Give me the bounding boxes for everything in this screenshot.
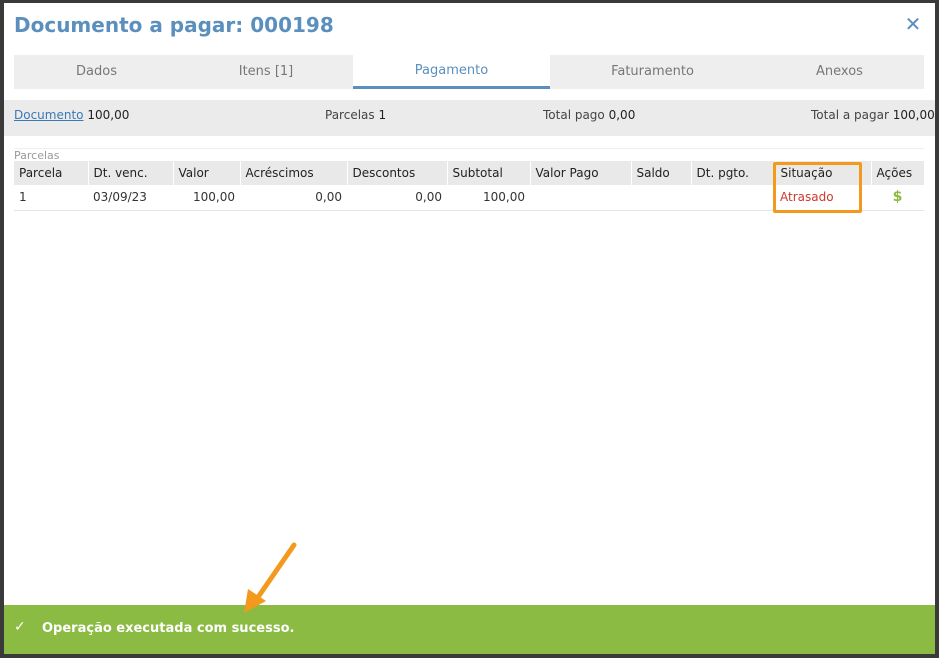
total-pagar-label: Total a pagar xyxy=(811,108,889,122)
summary-total-pago: Total pago 0,00 xyxy=(543,100,635,131)
pay-dollar-icon[interactable]: $ xyxy=(871,185,924,211)
header-dt-pgto[interactable]: Dt. pgto. xyxy=(691,161,776,185)
cell-descontos: 0,00 xyxy=(347,185,447,211)
cell-parcela: 1 xyxy=(14,185,88,211)
cell-valor: 100,00 xyxy=(173,185,240,211)
documento-link[interactable]: Documento xyxy=(14,108,84,122)
cell-saldo xyxy=(631,185,691,211)
cell-situacao: Atrasado xyxy=(775,185,871,211)
cell-acrescimos: 0,00 xyxy=(240,185,347,211)
summary-parcelas: Parcelas 1 xyxy=(325,100,386,131)
header-dt-venc[interactable]: Dt. venc. xyxy=(88,161,174,185)
parcelas-label: Parcelas xyxy=(325,108,375,122)
summary-documento: Documento 100,00 xyxy=(14,100,129,131)
documento-value: 100,00 xyxy=(87,108,130,122)
header-acoes: Ações xyxy=(871,161,925,185)
header-descontos[interactable]: Descontos xyxy=(347,161,448,185)
toast-message: Operação executada com sucesso. xyxy=(42,621,295,636)
tab-itens[interactable]: Itens [1] xyxy=(179,55,353,89)
parcelas-value: 1 xyxy=(378,108,387,122)
cell-subtotal: 100,00 xyxy=(447,185,530,211)
parcelas-table: Parcela Dt. venc. Valor Acréscimos Desco… xyxy=(14,161,925,211)
header-subtotal[interactable]: Subtotal xyxy=(447,161,531,185)
cell-valor-pago xyxy=(530,185,631,211)
header-valor-pago[interactable]: Valor Pago xyxy=(530,161,632,185)
header-saldo[interactable]: Saldo xyxy=(631,161,692,185)
header-situacao[interactable]: Situação xyxy=(775,161,872,185)
total-pago-value: 0,00 xyxy=(608,108,636,122)
summary-total-pagar: Total a pagar 100,00 xyxy=(811,100,935,131)
tab-bar: Dados Itens [1] Pagamento Faturamento An… xyxy=(14,55,924,89)
cell-dt-venc: 03/09/23 xyxy=(88,185,173,211)
header-acrescimos[interactable]: Acréscimos xyxy=(240,161,348,185)
tab-pagamento[interactable]: Pagamento xyxy=(353,55,550,89)
success-toast: ✓ Operação executada com sucesso. xyxy=(4,605,935,654)
parcelas-section-title: Parcelas xyxy=(14,148,924,162)
total-pagar-value: 100,00 xyxy=(892,108,935,122)
document-modal: Documento a pagar: 000198 ✕ Dados Itens … xyxy=(4,3,935,654)
modal-title: Documento a pagar: 000198 xyxy=(14,13,334,37)
tab-faturamento[interactable]: Faturamento xyxy=(550,55,755,89)
table-header-row: Parcela Dt. venc. Valor Acréscimos Desco… xyxy=(14,161,925,185)
check-icon: ✓ xyxy=(14,619,26,635)
header-parcela[interactable]: Parcela xyxy=(14,161,89,185)
tab-dados[interactable]: Dados xyxy=(14,55,179,89)
tab-anexos[interactable]: Anexos xyxy=(755,55,924,89)
total-pago-label: Total pago xyxy=(543,108,605,122)
cell-dt-pgto xyxy=(691,185,775,211)
payment-summary: Documento 100,00 Parcelas 1 Total pago 0… xyxy=(4,100,935,136)
close-icon[interactable]: ✕ xyxy=(902,13,924,35)
table-row[interactable]: 1 03/09/23 100,00 0,00 0,00 100,00 Atras… xyxy=(14,185,924,211)
header-valor[interactable]: Valor xyxy=(173,161,241,185)
